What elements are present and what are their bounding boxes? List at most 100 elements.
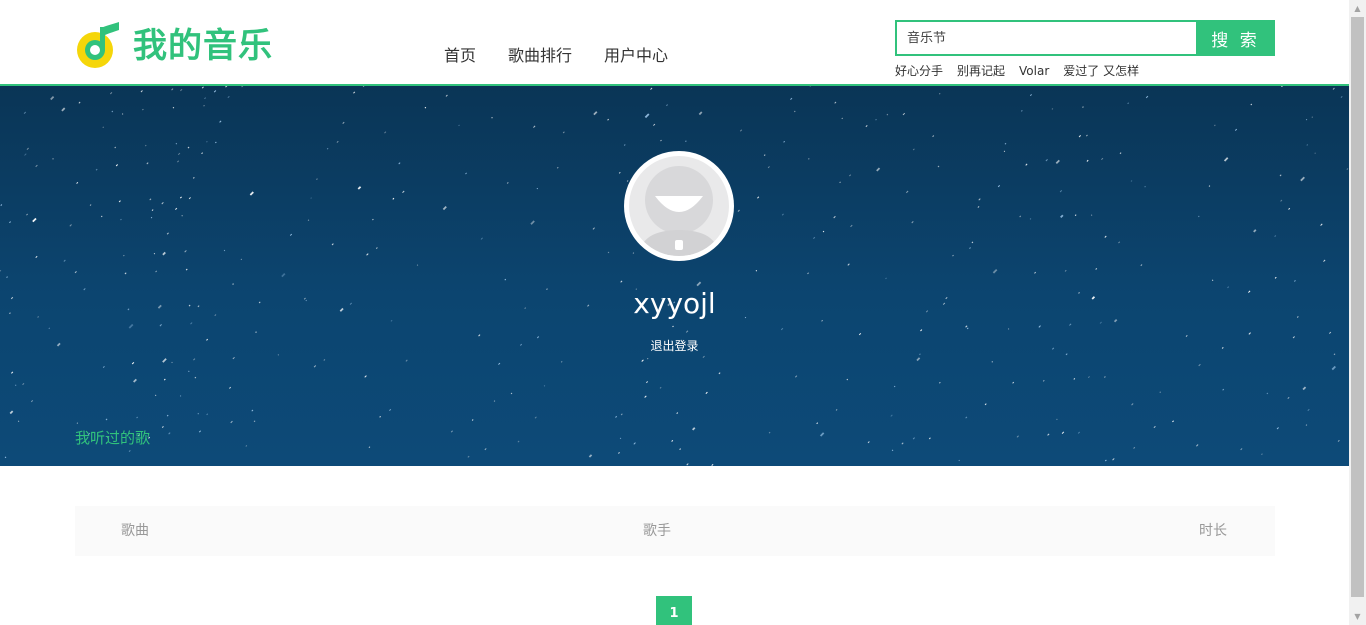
star xyxy=(906,190,909,194)
star xyxy=(867,441,870,444)
star xyxy=(847,263,850,266)
star xyxy=(4,456,7,459)
star xyxy=(607,251,610,254)
nav-home[interactable]: 首页 xyxy=(444,45,476,67)
star xyxy=(281,272,286,278)
star xyxy=(1311,116,1313,118)
site-logo[interactable]: 我的音乐 xyxy=(75,22,273,70)
username: xyyojl xyxy=(633,287,716,320)
search-input[interactable] xyxy=(895,20,1196,56)
star xyxy=(1127,102,1130,105)
star xyxy=(1328,331,1332,334)
star xyxy=(1019,215,1022,218)
star xyxy=(1300,176,1305,182)
star xyxy=(536,187,538,190)
star xyxy=(136,416,138,419)
star xyxy=(1276,427,1279,430)
star xyxy=(679,448,681,450)
star xyxy=(965,325,968,328)
star xyxy=(111,110,114,113)
star xyxy=(368,446,371,449)
scroll-up-icon[interactable]: ▲ xyxy=(1349,0,1366,17)
nav-user-center[interactable]: 用户中心 xyxy=(604,45,668,67)
star xyxy=(1287,396,1290,400)
star xyxy=(1266,392,1269,395)
hot-word[interactable]: Volar xyxy=(1019,63,1049,79)
star xyxy=(89,204,92,206)
star xyxy=(653,123,656,126)
page-button-current[interactable]: 1 xyxy=(656,596,692,625)
star xyxy=(1274,276,1277,279)
star xyxy=(1223,157,1229,162)
star xyxy=(1047,433,1050,436)
star xyxy=(142,108,144,111)
hot-word[interactable]: 别再记起 xyxy=(957,63,1005,79)
star xyxy=(105,418,108,421)
star xyxy=(1250,103,1253,106)
star xyxy=(74,271,77,274)
hot-word[interactable]: 好心分手 xyxy=(895,63,943,79)
star xyxy=(353,91,356,94)
star xyxy=(175,142,178,145)
search-button[interactable]: 搜 索 xyxy=(1196,20,1275,56)
star xyxy=(1045,159,1048,162)
star xyxy=(755,270,758,272)
star xyxy=(307,219,310,221)
star xyxy=(932,135,935,138)
star xyxy=(232,356,235,360)
star xyxy=(556,166,559,169)
star xyxy=(1288,207,1291,210)
star xyxy=(76,181,79,184)
star xyxy=(1197,215,1200,218)
star xyxy=(711,463,714,466)
star xyxy=(102,365,105,368)
star xyxy=(1055,159,1060,165)
star xyxy=(504,278,507,281)
star xyxy=(197,412,200,415)
star xyxy=(647,357,649,360)
star xyxy=(140,90,143,93)
nav-song-ranking[interactable]: 歌曲排行 xyxy=(508,45,572,67)
hot-word[interactable]: 爱过了 又怎样 xyxy=(1063,63,1139,79)
profile-banner: xyyojl 退出登录 我听过的歌 xyxy=(0,86,1349,466)
logout-link[interactable]: 退出登录 xyxy=(650,339,698,353)
star xyxy=(952,254,954,257)
star xyxy=(644,113,650,119)
star xyxy=(1144,185,1146,188)
star xyxy=(198,430,202,433)
star xyxy=(1104,459,1107,462)
star xyxy=(416,264,419,266)
star xyxy=(166,232,169,235)
star xyxy=(885,277,887,280)
scroll-down-icon[interactable]: ▼ xyxy=(1349,608,1366,625)
star xyxy=(1101,157,1104,161)
star xyxy=(161,202,164,205)
star xyxy=(1306,144,1309,146)
star xyxy=(1118,241,1121,244)
star xyxy=(255,331,257,333)
star xyxy=(833,215,836,219)
star xyxy=(1208,185,1211,187)
star xyxy=(958,459,960,462)
star xyxy=(666,104,668,107)
star xyxy=(646,381,649,384)
star xyxy=(35,255,38,259)
vertical-scrollbar[interactable]: ▲ ▼ xyxy=(1349,0,1366,625)
star xyxy=(1320,223,1323,226)
star xyxy=(1198,363,1201,367)
star xyxy=(1051,108,1054,110)
star xyxy=(1302,386,1307,391)
star xyxy=(592,227,595,230)
star xyxy=(192,177,195,179)
star xyxy=(1061,431,1065,434)
star xyxy=(162,358,167,363)
star xyxy=(977,206,980,208)
star xyxy=(560,361,563,363)
star xyxy=(1042,379,1045,382)
star xyxy=(1119,152,1122,155)
star xyxy=(971,241,974,244)
star xyxy=(1159,391,1161,393)
scroll-thumb[interactable] xyxy=(1351,17,1364,597)
star xyxy=(181,215,183,217)
star xyxy=(620,413,623,416)
